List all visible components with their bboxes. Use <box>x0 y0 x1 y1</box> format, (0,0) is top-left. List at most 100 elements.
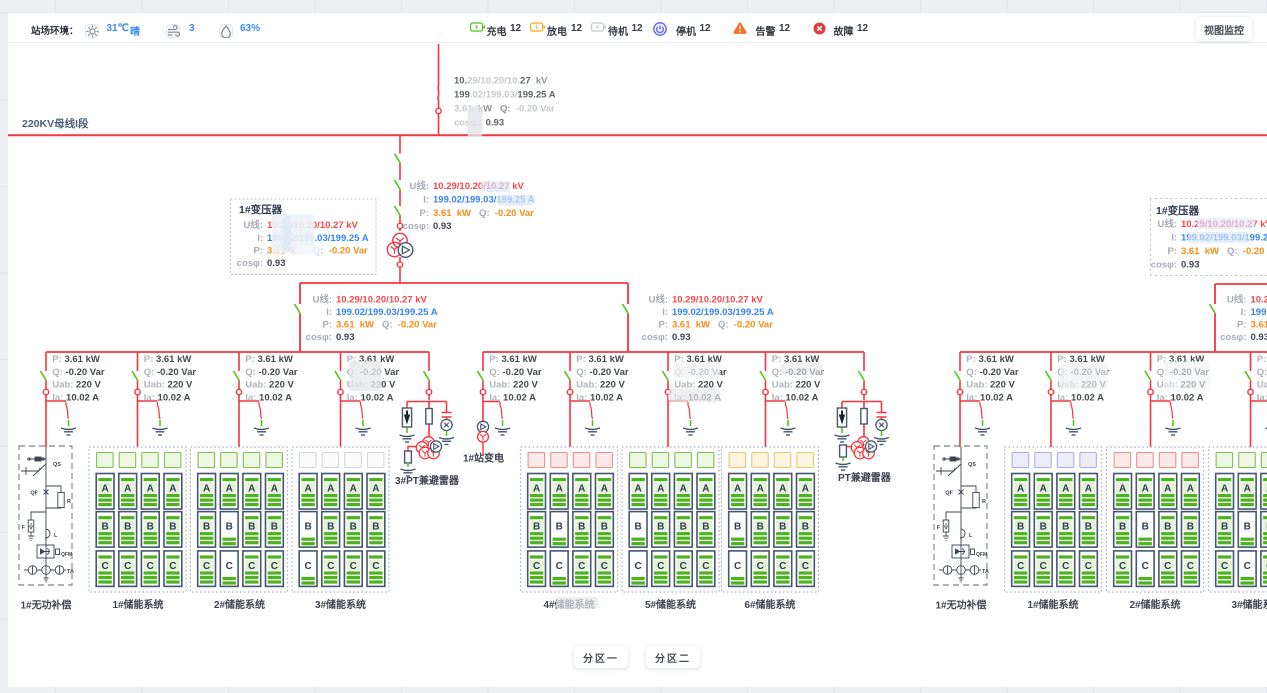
svg-text:10.29/10.20/10.27 kV: 10.29/10.20/10.27 kV <box>433 181 525 192</box>
svg-text:L: L <box>969 533 973 539</box>
svg-text:I:: I: <box>1171 233 1177 244</box>
svg-text:QFM: QFM <box>61 552 72 558</box>
svg-text:cosφ:: cosφ: <box>642 332 668 343</box>
svg-text:A: A <box>271 484 278 495</box>
svg-text:1#储能系统: 1#储能系统 <box>112 598 163 611</box>
svg-text:F: F <box>22 525 26 531</box>
svg-text:Uab: 220 V: Uab: 220 V <box>1257 380 1267 391</box>
svg-text:P:: P: <box>323 320 333 331</box>
svg-text:3.61 kW Q: -0.20 Var: 3.61 kW Q: -0.20 Var <box>1181 246 1267 257</box>
svg-text:C: C <box>1119 561 1126 572</box>
svg-text:B: B <box>634 522 641 533</box>
svg-text:5#储能系统: 5#储能系统 <box>645 598 696 611</box>
svg-text:C: C <box>1142 561 1149 572</box>
svg-text:C: C <box>634 561 641 572</box>
svg-text:0.93: 0.93 <box>672 332 691 343</box>
svg-text:Uab: 220 V: Uab: 220 V <box>245 380 294 391</box>
svg-text:A: A <box>1164 484 1171 495</box>
svg-text:I:: I: <box>423 195 429 206</box>
svg-text:1#站变电: 1#站变电 <box>463 452 504 465</box>
svg-text:C: C <box>304 561 311 572</box>
svg-text:A: A <box>1062 484 1069 495</box>
svg-text:Ia: 10.02 A: Ia: 10.02 A <box>52 392 99 403</box>
svg-text:P: 3.61 kW: P: 3.61 kW <box>245 354 293 365</box>
svg-text:C: C <box>1062 561 1069 572</box>
svg-text:B: B <box>734 522 741 533</box>
svg-text:cosφ:: cosφ: <box>237 258 263 269</box>
svg-text:PT兼避雷器: PT兼避雷器 <box>838 471 892 484</box>
svg-text:B: B <box>1040 522 1047 533</box>
svg-text:TA: TA <box>67 569 74 575</box>
svg-text:3.61 kW Q: -0.20 Var: 3.61 kW Q: -0.20 Var <box>433 208 534 219</box>
svg-text:Uab: 220 V: Uab: 220 V <box>144 380 193 391</box>
svg-text:C: C <box>1040 561 1047 572</box>
svg-text:C: C <box>327 561 334 572</box>
svg-text:A: A <box>327 484 334 495</box>
svg-text:C: C <box>1085 561 1092 572</box>
svg-text:P:: P: <box>254 246 264 257</box>
svg-text:B: B <box>169 522 176 533</box>
svg-text:Ia: 10.02 A: Ia: 10.02 A <box>966 392 1013 403</box>
svg-text:B: B <box>1187 522 1194 533</box>
svg-text:B: B <box>304 522 311 533</box>
svg-text:A: A <box>147 484 154 495</box>
svg-text:A: A <box>757 484 764 495</box>
svg-text:199.02/199.03/199.25 A: 199.02/199.03/199.25 A <box>672 307 774 318</box>
svg-text:cosφ:: cosφ: <box>403 221 429 232</box>
svg-text:Ia: 10.02 A: Ia: 10.02 A <box>489 392 536 403</box>
svg-text:C: C <box>1187 561 1194 572</box>
svg-text:R: R <box>67 499 71 505</box>
svg-text:C: C <box>802 561 809 572</box>
svg-text:Uab: 220 V: Uab: 220 V <box>576 380 625 391</box>
svg-text:C: C <box>1017 561 1024 572</box>
svg-text:B: B <box>578 522 585 533</box>
svg-text:2#储能系统: 2#储能系统 <box>214 598 265 611</box>
svg-text:A: A <box>203 484 210 495</box>
svg-text:cosφ:: cosφ: <box>1220 332 1246 343</box>
svg-text:B: B <box>147 522 154 533</box>
svg-text:C: C <box>372 561 379 572</box>
svg-text:QFM: QFM <box>976 552 987 558</box>
svg-text:10.29/10.20/10.27 kV: 10.29/10.20/10.27 kV <box>454 76 548 87</box>
svg-text:C: C <box>734 561 741 572</box>
svg-text:Q: -0.20 Var: Q: -0.20 Var <box>576 367 629 378</box>
svg-text:A: A <box>556 484 563 495</box>
svg-text:B: B <box>1142 522 1149 533</box>
svg-text:C: C <box>1164 561 1171 572</box>
svg-text:A: A <box>1187 484 1194 495</box>
svg-text:6#储能系统: 6#储能系统 <box>744 598 795 611</box>
svg-text:C: C <box>702 561 709 572</box>
svg-text:A: A <box>1119 484 1126 495</box>
svg-text:TA: TA <box>982 569 989 575</box>
svg-text:QF: QF <box>30 491 38 497</box>
svg-text:Q: -0.20 Var: Q: -0.20 Var <box>245 367 298 378</box>
svg-text:3#PT兼避雷器: 3#PT兼避雷器 <box>395 474 460 487</box>
svg-text:I:: I: <box>1241 307 1247 318</box>
svg-text:A: A <box>304 484 311 495</box>
svg-text:B: B <box>1119 522 1126 533</box>
svg-text:A: A <box>1244 484 1251 495</box>
svg-text:B: B <box>779 522 786 533</box>
svg-text:B: B <box>556 522 563 533</box>
svg-text:Ia: 10.02 A: Ia: 10.02 A <box>1057 392 1104 403</box>
svg-text:C: C <box>533 561 540 572</box>
svg-text:C: C <box>578 561 585 572</box>
svg-text:A: A <box>169 484 176 495</box>
svg-text:Q: -0.20 Var: Q: -0.20 Var <box>489 367 542 378</box>
svg-text:cosφ:: cosφ: <box>306 332 332 343</box>
svg-text:B: B <box>757 522 764 533</box>
svg-text:C: C <box>657 561 664 572</box>
svg-text:C: C <box>203 561 210 572</box>
svg-text:1#无功补偿: 1#无功补偿 <box>20 599 71 612</box>
svg-text:U线:: U线: <box>243 219 263 231</box>
svg-text:C: C <box>757 561 764 572</box>
svg-text:QS: QS <box>53 462 61 468</box>
svg-text:A: A <box>578 484 585 495</box>
svg-text:C: C <box>101 561 108 572</box>
svg-text:A: A <box>533 484 540 495</box>
svg-text:A: A <box>702 484 709 495</box>
svg-text:R: R <box>982 499 986 505</box>
svg-text:U线:: U线: <box>312 294 332 306</box>
svg-text:QS: QS <box>968 462 976 468</box>
svg-text:I:: I: <box>326 307 332 318</box>
